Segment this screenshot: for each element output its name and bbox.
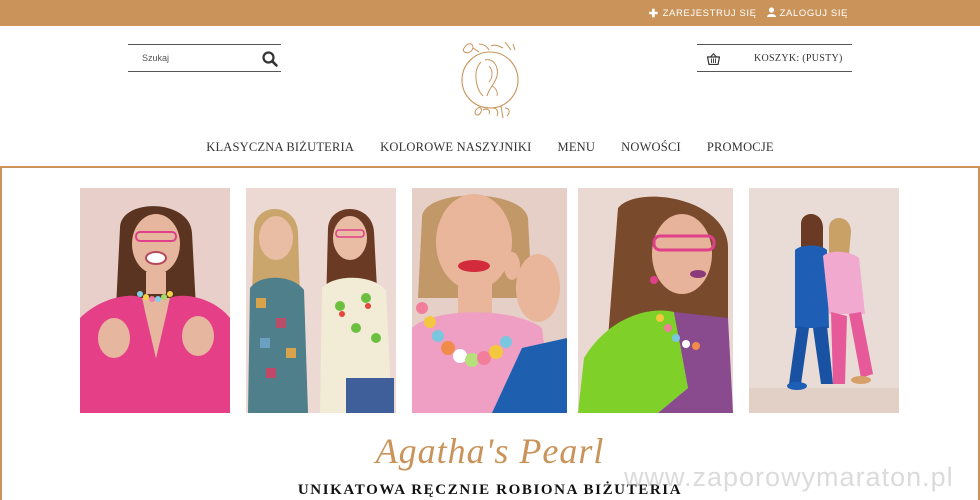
register-label: ZAREJESTRUJ SIĘ bbox=[662, 7, 757, 19]
search-input[interactable] bbox=[128, 53, 253, 63]
top-bar: ✚ ZAREJESTRUJ SIĘ ZALOGUJ SIĘ bbox=[0, 0, 980, 26]
nav-item-new[interactable]: NOWOŚCI bbox=[621, 140, 681, 164]
photo-two-women-full-body[interactable] bbox=[749, 188, 899, 413]
cart-button[interactable]: KOSZYK: (PUSTY) bbox=[697, 44, 852, 72]
nav-item-colorful-necklaces[interactable]: KOLOROWE NASZYJNIKI bbox=[380, 140, 531, 164]
watermark-text: www.zaporowymaraton.pl bbox=[624, 462, 954, 492]
account-links: ✚ ZAREJESTRUJ SIĘ ZALOGUJ SIĘ bbox=[649, 0, 848, 26]
site-logo[interactable] bbox=[459, 36, 521, 122]
nav-item-menu[interactable]: MENU bbox=[558, 140, 596, 164]
photo-woman-pink-blazer[interactable] bbox=[80, 188, 230, 413]
nav-item-promotions[interactable]: PROMOCJE bbox=[707, 140, 774, 164]
register-link[interactable]: ✚ ZAREJESTRUJ SIĘ bbox=[649, 7, 757, 20]
user-icon bbox=[766, 6, 776, 20]
photo-woman-green-jacket[interactable] bbox=[578, 188, 733, 413]
login-link[interactable]: ZALOGUJ SIĘ bbox=[766, 6, 848, 20]
main-nav: KLASYCZNA BIŻUTERIA KOLOROWE NASZYJNIKI … bbox=[0, 140, 980, 164]
login-label: ZALOGUJ SIĘ bbox=[779, 7, 848, 19]
plus-icon: ✚ bbox=[648, 7, 659, 20]
photo-two-women[interactable] bbox=[246, 188, 396, 413]
search-box bbox=[128, 44, 281, 72]
basket-icon bbox=[706, 52, 721, 66]
nav-item-classic-jewelry[interactable]: KLASYCZNA BIŻUTERIA bbox=[206, 140, 354, 164]
photo-closeup-necklace[interactable] bbox=[412, 188, 567, 413]
search-icon[interactable] bbox=[261, 50, 279, 68]
cart-label: KOSZYK: (PUSTY) bbox=[754, 52, 843, 64]
